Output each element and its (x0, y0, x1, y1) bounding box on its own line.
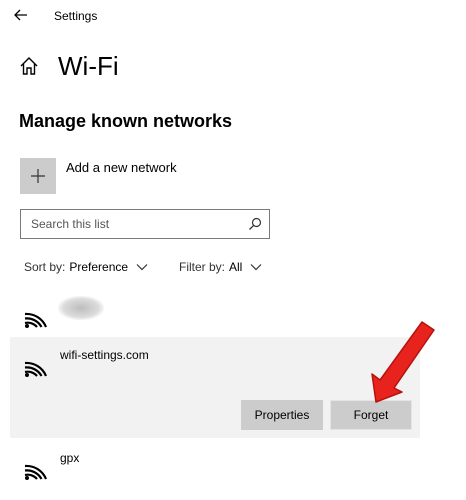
add-network-button[interactable] (20, 158, 56, 194)
network-list-item[interactable]: gpx (10, 440, 420, 500)
back-arrow-icon (14, 9, 27, 21)
wifi-icon (24, 361, 48, 377)
filter-dropdown[interactable]: Filter by: All (179, 260, 262, 274)
sort-dropdown[interactable]: Sort by: Preference (24, 260, 148, 274)
back-button[interactable] (10, 4, 32, 26)
plus-icon (31, 169, 45, 183)
filter-label: Filter by: (179, 260, 226, 274)
sort-label: Sort by: (24, 260, 66, 274)
section-heading: Manage known networks (19, 111, 233, 131)
add-network-label[interactable]: Add a new network (66, 160, 177, 175)
wifi-icon (24, 464, 48, 480)
page-title: Wi-Fi (58, 51, 119, 81)
chevron-down-icon (250, 264, 262, 271)
search-placeholder: Search this list (31, 217, 110, 231)
search-input[interactable]: Search this list (20, 209, 270, 239)
title-bar: Settings (0, 0, 466, 32)
properties-button[interactable]: Properties (241, 400, 323, 430)
search-icon[interactable] (247, 216, 263, 232)
sort-value: Preference (69, 260, 129, 274)
network-name: gpx (60, 451, 80, 465)
network-name: wifi-settings.com (60, 348, 149, 362)
chevron-down-icon (136, 264, 148, 271)
red-arrow-annotation (371, 321, 435, 403)
network-name-redacted (58, 296, 104, 320)
filter-value: All (229, 260, 243, 274)
wifi-icon (24, 312, 48, 328)
home-icon[interactable] (18, 55, 40, 77)
window-title: Settings (54, 9, 98, 23)
